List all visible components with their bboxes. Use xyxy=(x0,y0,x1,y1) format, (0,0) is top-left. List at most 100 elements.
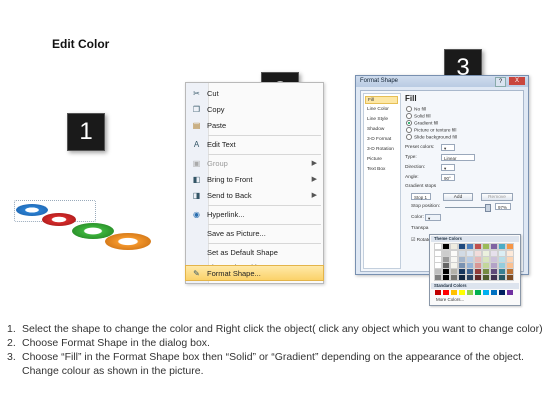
color-swatch[interactable] xyxy=(466,268,474,275)
color-swatch[interactable] xyxy=(482,250,490,257)
stop-position-slider[interactable] xyxy=(445,207,489,208)
color-swatch[interactable] xyxy=(442,243,450,250)
color-swatch[interactable] xyxy=(434,268,442,275)
color-swatch[interactable] xyxy=(458,274,466,281)
angle-input[interactable]: 90° xyxy=(441,174,455,181)
slider-thumb[interactable] xyxy=(485,204,491,212)
nav-item-fill[interactable]: Fill xyxy=(365,96,398,104)
color-swatch[interactable] xyxy=(466,274,474,281)
color-swatch[interactable] xyxy=(458,256,466,263)
nav-item-3d-rotation[interactable]: 3-D Rotation xyxy=(365,146,398,154)
color-swatch[interactable] xyxy=(450,243,458,250)
color-swatch[interactable] xyxy=(466,262,474,269)
color-swatch[interactable] xyxy=(467,290,473,295)
color-swatch[interactable] xyxy=(482,243,490,250)
menu-item-set-default-shape[interactable]: Set as Default Shape xyxy=(186,245,323,261)
menu-item-copy[interactable]: ❐ Copy xyxy=(186,102,323,118)
color-swatch[interactable] xyxy=(450,262,458,269)
color-swatch[interactable] xyxy=(499,290,505,295)
color-swatch[interactable] xyxy=(490,274,498,281)
color-swatch[interactable] xyxy=(443,290,449,295)
menu-item-bring-to-front[interactable]: ◧ Bring to Front ▶ xyxy=(186,172,323,188)
nav-item-text-box[interactable]: Text Box xyxy=(365,166,398,174)
color-swatch[interactable] xyxy=(450,256,458,263)
menu-item-hyperlink[interactable]: ◉ Hyperlink... xyxy=(186,207,323,223)
color-swatch[interactable] xyxy=(506,268,514,275)
color-swatch[interactable] xyxy=(490,256,498,263)
color-swatch[interactable] xyxy=(498,243,506,250)
color-swatch[interactable] xyxy=(482,274,490,281)
stop-dropdown[interactable]: Stop 1 xyxy=(411,193,431,200)
color-swatch[interactable] xyxy=(458,262,466,269)
color-swatch[interactable] xyxy=(474,262,482,269)
remove-stop-button[interactable]: Remove xyxy=(481,193,513,201)
blue-ring[interactable] xyxy=(16,204,48,216)
color-swatch[interactable] xyxy=(506,274,514,281)
color-swatch[interactable] xyxy=(474,274,482,281)
color-swatch[interactable] xyxy=(506,243,514,250)
color-swatch[interactable] xyxy=(475,290,481,295)
orange-ring[interactable] xyxy=(105,233,151,250)
menu-item-paste[interactable]: ▤ Paste xyxy=(186,118,323,134)
color-swatch[interactable] xyxy=(442,268,450,275)
color-swatch[interactable] xyxy=(490,262,498,269)
color-swatch[interactable] xyxy=(474,268,482,275)
help-button[interactable]: ? xyxy=(495,77,506,87)
color-swatch[interactable] xyxy=(482,262,490,269)
preset-colors-dropdown[interactable]: ▾ xyxy=(441,144,455,151)
color-swatch[interactable] xyxy=(498,268,506,275)
more-colors-link[interactable]: More Colors... xyxy=(436,297,464,302)
color-swatch[interactable] xyxy=(466,256,474,263)
nav-item-picture[interactable]: Picture xyxy=(365,156,398,164)
color-swatch[interactable] xyxy=(434,262,442,269)
add-stop-button[interactable]: Add xyxy=(443,193,473,201)
color-swatch[interactable] xyxy=(474,243,482,250)
color-swatch[interactable] xyxy=(442,250,450,257)
color-swatch[interactable] xyxy=(434,274,442,281)
color-swatch[interactable] xyxy=(490,243,498,250)
color-swatch[interactable] xyxy=(491,290,497,295)
color-swatch[interactable] xyxy=(506,262,514,269)
color-swatch[interactable] xyxy=(498,262,506,269)
color-swatch[interactable] xyxy=(442,256,450,263)
red-ring[interactable] xyxy=(42,213,76,226)
color-swatch[interactable] xyxy=(466,250,474,257)
nav-item-line-color[interactable]: Line Color xyxy=(365,106,398,114)
nav-item-line-style[interactable]: Line Style xyxy=(365,116,398,124)
color-swatch[interactable] xyxy=(482,256,490,263)
color-swatch[interactable] xyxy=(490,268,498,275)
color-swatch[interactable] xyxy=(474,250,482,257)
color-swatch[interactable] xyxy=(474,256,482,263)
stop-position-input[interactable]: 97% xyxy=(495,203,511,210)
color-swatch[interactable] xyxy=(442,262,450,269)
color-swatch[interactable] xyxy=(434,243,442,250)
type-dropdown[interactable]: Linear xyxy=(441,154,475,161)
direction-dropdown[interactable]: ▾ xyxy=(441,164,455,171)
color-swatch[interactable] xyxy=(498,274,506,281)
color-swatch[interactable] xyxy=(434,250,442,257)
nav-item-shadow[interactable]: Shadow xyxy=(365,126,398,134)
color-swatch[interactable] xyxy=(507,290,513,295)
color-swatch[interactable] xyxy=(450,268,458,275)
color-swatch[interactable] xyxy=(482,268,490,275)
color-swatch[interactable] xyxy=(490,250,498,257)
color-picker-button[interactable]: ▾ xyxy=(425,214,441,221)
color-swatch[interactable] xyxy=(483,290,489,295)
radio-slide-background-fill[interactable]: Slide background fill xyxy=(406,134,457,141)
color-swatch[interactable] xyxy=(506,250,514,257)
color-swatch[interactable] xyxy=(498,256,506,263)
color-swatch[interactable] xyxy=(506,256,514,263)
color-swatch[interactable] xyxy=(458,268,466,275)
menu-item-send-to-back[interactable]: ◨ Send to Back ▶ xyxy=(186,188,323,204)
colored-rings-shape[interactable] xyxy=(14,200,164,260)
color-swatch[interactable] xyxy=(434,256,442,263)
menu-item-cut[interactable]: ✂ Cut xyxy=(186,86,323,102)
rotate-checkbox[interactable]: ☑ Rotate xyxy=(411,238,431,243)
close-button[interactable]: X xyxy=(509,77,525,85)
color-swatch[interactable] xyxy=(435,290,441,295)
color-swatch[interactable] xyxy=(466,243,474,250)
color-swatch[interactable] xyxy=(442,274,450,281)
color-swatch[interactable] xyxy=(458,250,466,257)
color-swatch[interactable] xyxy=(451,290,457,295)
menu-item-format-shape[interactable]: ✎ Format Shape... xyxy=(185,265,324,281)
